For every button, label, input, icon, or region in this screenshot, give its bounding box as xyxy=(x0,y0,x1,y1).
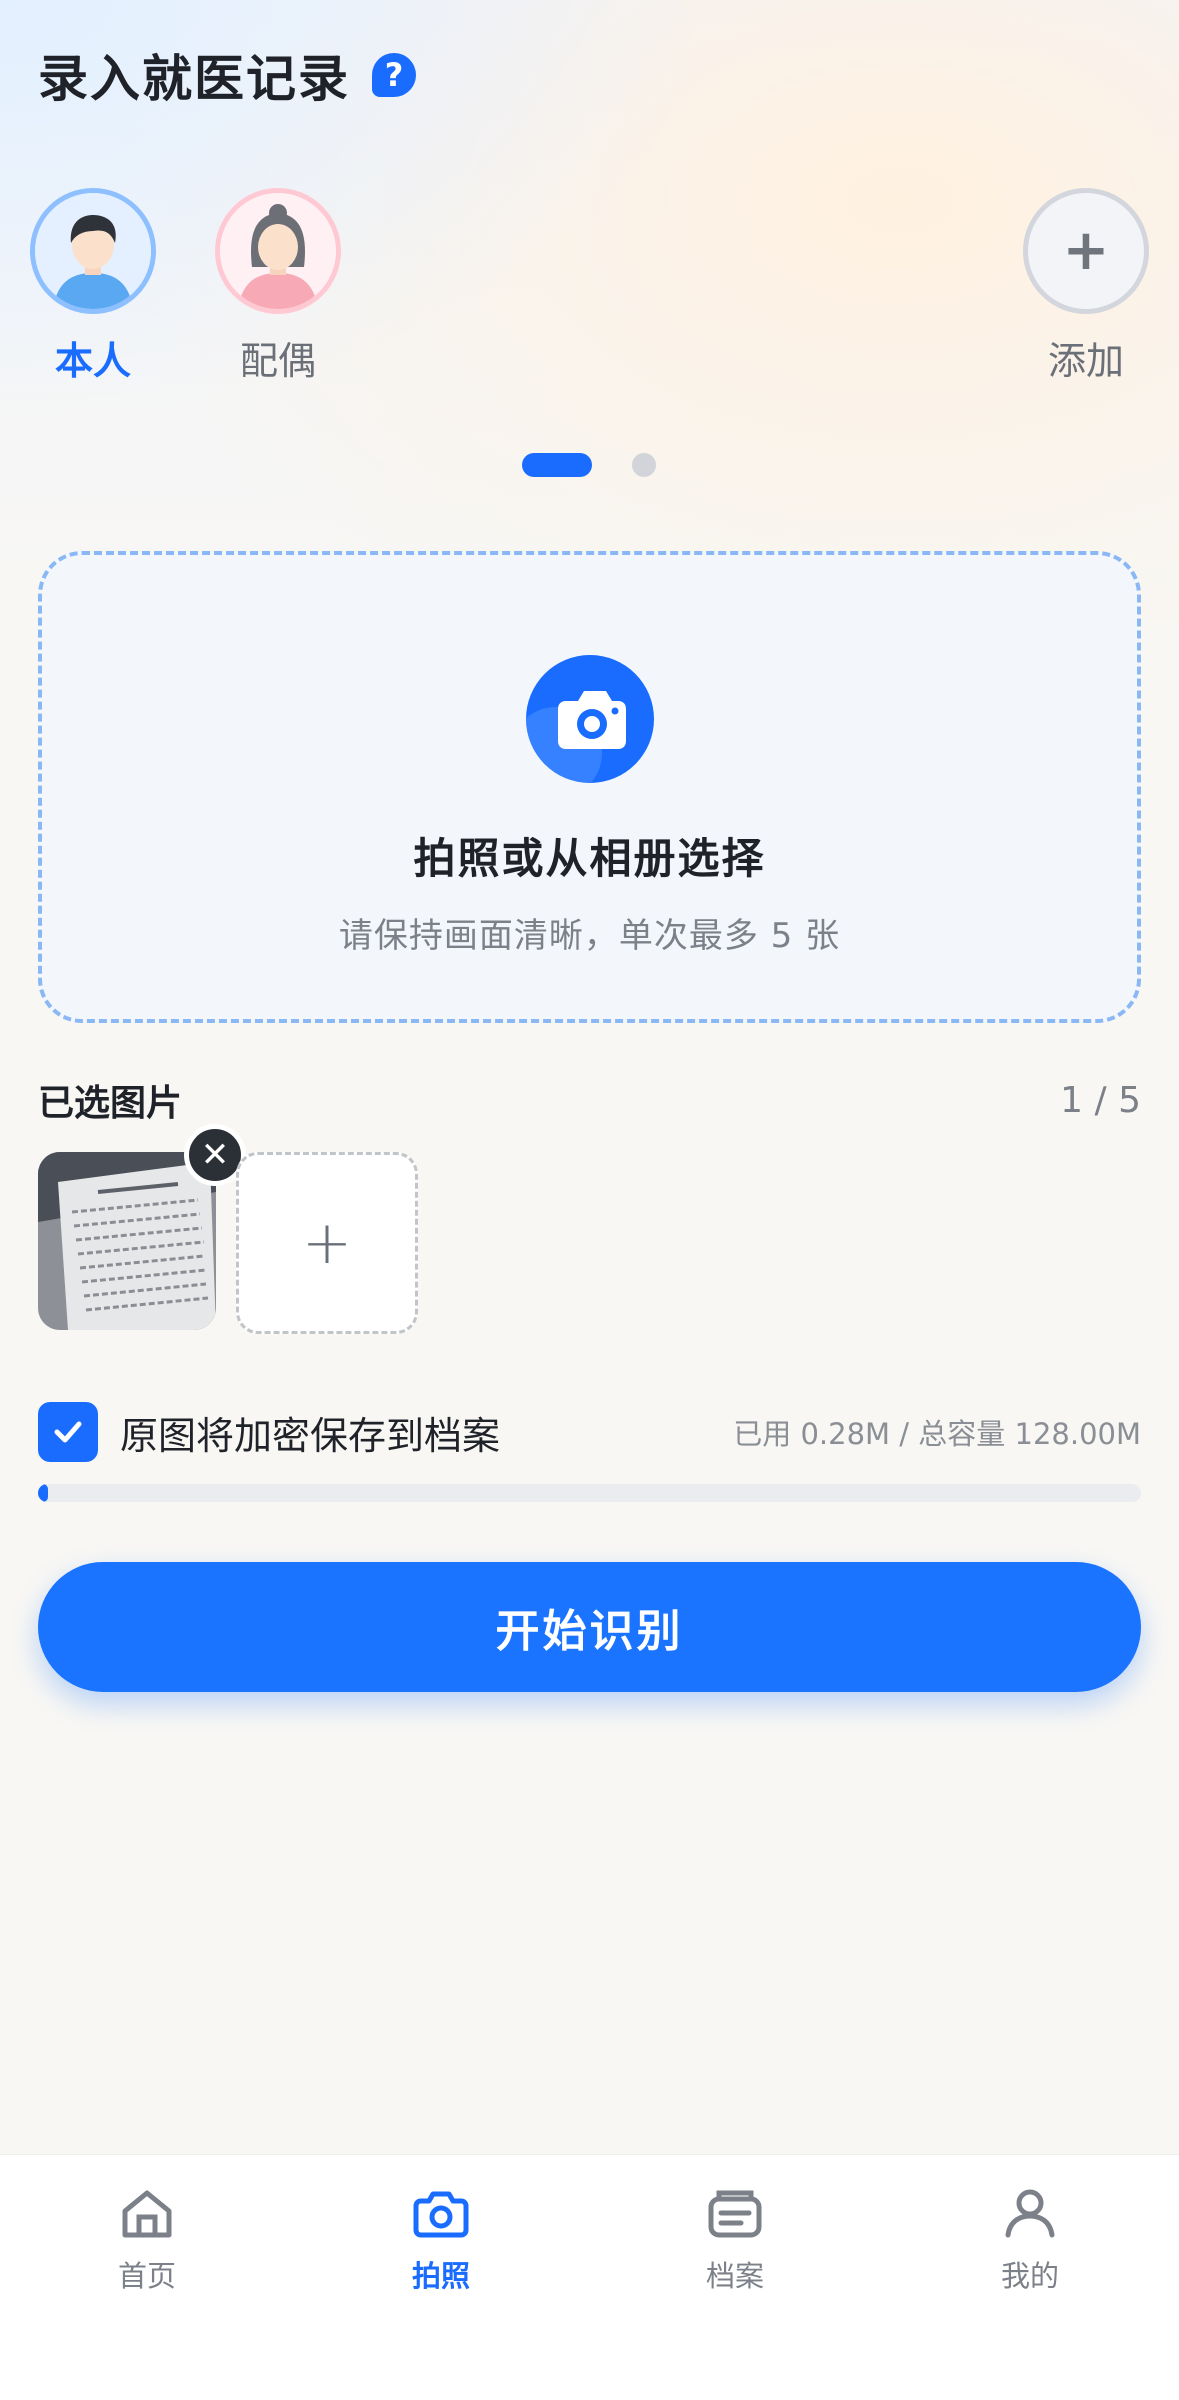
selected-images-title: 已选图片 xyxy=(38,1083,183,1124)
member-self-label: 本人 xyxy=(54,339,131,383)
page-dot-active xyxy=(522,453,592,477)
page-indicator xyxy=(0,453,1179,477)
save-original-checkbox[interactable] xyxy=(38,1402,98,1462)
add-member-label: 添加 xyxy=(1047,339,1124,383)
photo-upload-area[interactable]: 拍照或从相册选择 请保持画面清晰，单次最多 5 张 xyxy=(38,551,1141,1023)
bottom-tab-bar: 首页 拍照 档案 我的 xyxy=(0,2154,1179,2400)
page-header: 录入就医记录 ? xyxy=(38,40,416,110)
upload-title: 拍照或从相册选择 xyxy=(413,834,766,883)
save-original-row: 原图将加密保存到档案 已用 0.28M / 总容量 128.00M xyxy=(38,1400,1141,1464)
member-spouse[interactable]: 配偶 xyxy=(213,188,343,385)
member-self[interactable]: 本人 xyxy=(28,188,158,385)
tab-home[interactable]: 首页 xyxy=(47,2183,247,2295)
camera-icon xyxy=(525,655,654,783)
check-icon xyxy=(54,1421,82,1443)
female-avatar-icon xyxy=(215,188,341,314)
plus-icon: + xyxy=(1023,188,1149,314)
tab-home-label: 首页 xyxy=(117,2259,176,2293)
tab-archive[interactable]: 档案 xyxy=(635,2183,835,2295)
storage-progress-bar xyxy=(38,1484,1141,1502)
selected-image-thumbnail[interactable] xyxy=(38,1152,216,1330)
save-original-option[interactable]: 原图将加密保存到档案 xyxy=(38,1402,500,1462)
help-icon[interactable]: ? xyxy=(372,53,416,97)
selected-images-count: 1 / 5 xyxy=(1060,1079,1141,1121)
male-avatar-icon xyxy=(30,188,156,314)
storage-usage-text: 已用 0.28M / 总容量 128.00M xyxy=(733,1417,1141,1451)
start-recognition-button[interactable]: 开始识别 xyxy=(38,1562,1141,1692)
page-dot[interactable] xyxy=(632,453,656,477)
home-icon xyxy=(122,2190,172,2238)
tab-camera[interactable]: 拍照 xyxy=(341,2183,541,2295)
page-title: 录入就医记录 xyxy=(38,50,350,108)
tab-profile-label: 我的 xyxy=(1000,2259,1059,2293)
selected-images-header: 已选图片 1 / 5 xyxy=(38,1075,1141,1125)
user-icon xyxy=(1005,2189,1055,2238)
tab-profile[interactable]: 我的 xyxy=(930,2183,1130,2295)
camera-icon xyxy=(413,2191,469,2238)
save-original-label: 原图将加密保存到档案 xyxy=(120,1413,501,1458)
storage-progress-fill xyxy=(38,1484,48,1502)
upload-hint: 请保持画面清晰，单次最多 5 张 xyxy=(338,916,841,956)
add-image-button[interactable]: + xyxy=(236,1152,418,1334)
member-selector: 本人 配偶 + 添加 xyxy=(0,188,1179,388)
member-spouse-label: 配偶 xyxy=(239,339,316,383)
archive-icon xyxy=(708,2190,762,2238)
tab-camera-label: 拍照 xyxy=(411,2259,470,2293)
add-member-button[interactable]: + 添加 xyxy=(1021,188,1151,385)
tab-archive-label: 档案 xyxy=(705,2259,764,2293)
